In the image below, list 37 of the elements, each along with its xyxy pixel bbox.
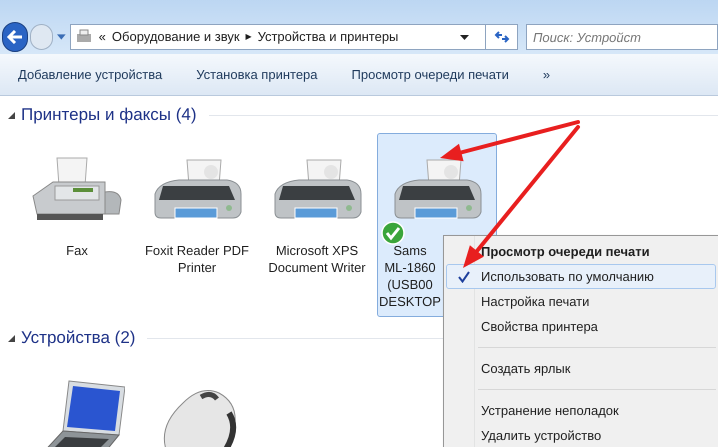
search-field[interactable]: Поиск: Устройст [526, 24, 718, 50]
dropdown-caret-icon[interactable] [460, 34, 469, 40]
device-label: Printer [178, 259, 216, 276]
toolbar-button[interactable]: Просмотр очереди печати [352, 64, 509, 84]
toolbar-button[interactable]: Установка принтера [196, 64, 318, 84]
group-header[interactable]: Устройства (2) [21, 325, 136, 351]
device-label: Document Writer [268, 259, 366, 276]
back-arrow-icon [7, 30, 24, 44]
breadcrumb-item[interactable]: Оборудование и звук [112, 27, 240, 47]
menu-item[interactable]: Устранение неполадок [446, 398, 716, 423]
toolbar-button[interactable]: Добавление устройства [18, 64, 162, 84]
checkmark-icon [458, 270, 470, 282]
device-label: Sams [393, 242, 427, 259]
device-label: Fax [66, 242, 88, 259]
device-label: Microsoft XPS [276, 242, 358, 259]
back-button[interactable] [2, 22, 28, 52]
collapse-triangle-icon[interactable] [8, 334, 15, 342]
printer-icon [74, 29, 93, 45]
refresh-arrows-icon [494, 30, 510, 44]
menu-item[interactable]: Удалить устройство [446, 423, 716, 447]
breadcrumb-separator[interactable]: ▶ [246, 31, 252, 43]
menu-item[interactable]: Использовать по умолчанию [446, 264, 716, 289]
device-tile[interactable]: Foxit Reader PDF Printer [137, 133, 257, 317]
group-header[interactable]: Принтеры и факсы (4) [21, 102, 197, 128]
menu-item[interactable]: Создать ярлык [446, 356, 716, 381]
collapse-triangle-icon[interactable] [8, 112, 15, 118]
device-label: ML-1860 [384, 259, 436, 276]
device-tile[interactable]: Fax [17, 133, 137, 317]
address-field[interactable]: « Оборудование и звук ▶ Устройства и принтеры [70, 24, 518, 50]
device-label: Foxit Reader PDF [144, 242, 250, 259]
breadcrumb-overflow[interactable]: « [98, 27, 106, 47]
device-label: DESKTOP [379, 293, 441, 310]
breadcrumb-item[interactable]: Устройства и принтеры [258, 27, 398, 47]
more-commands-button[interactable]: » [542, 64, 550, 84]
menu-item[interactable]: Свойства принтера [446, 314, 716, 339]
device-tile[interactable]: Microsoft XPS Document Writer [257, 133, 377, 317]
device-label: (USB00 [387, 276, 433, 293]
